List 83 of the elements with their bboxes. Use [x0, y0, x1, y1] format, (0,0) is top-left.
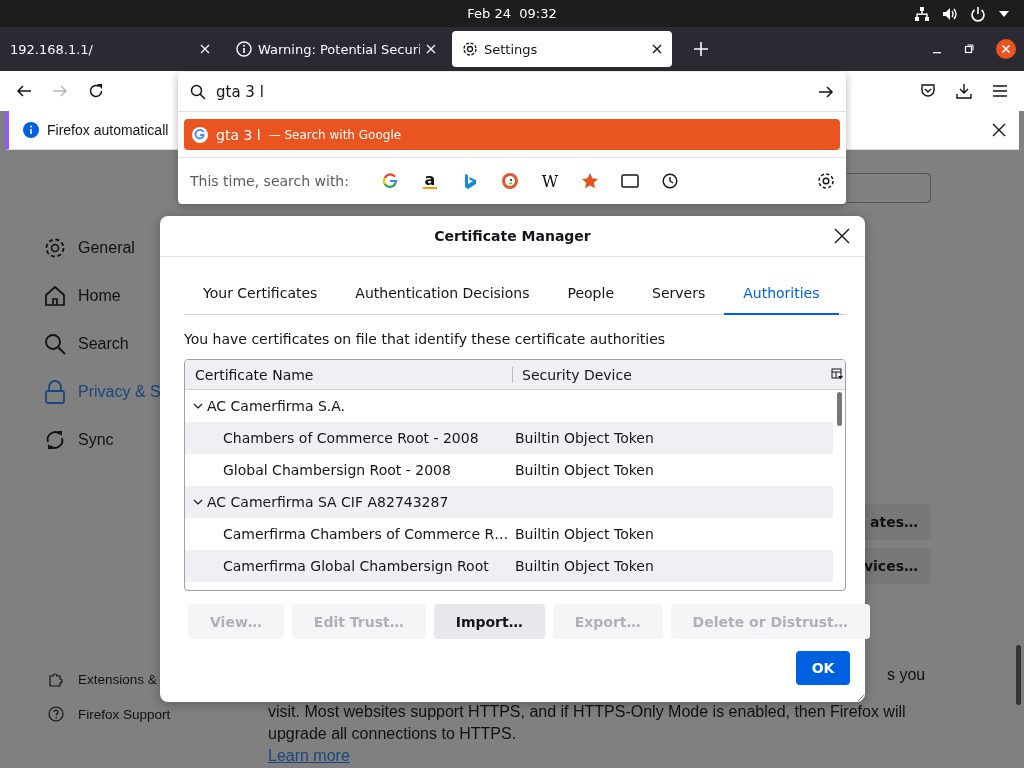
group-name: AC Camerfirma S.A.: [207, 398, 346, 414]
tab-icon[interactable]: [621, 174, 639, 188]
tree-row[interactable]: Camerfirma Global Chambersign Root Builtin Object Token: [185, 550, 833, 582]
amazon-button[interactable]: a: [423, 173, 437, 189]
google-icon[interactable]: [381, 173, 399, 189]
gear-icon: [44, 237, 66, 259]
scrollbar-thumb[interactable]: [1016, 645, 1021, 705]
browser-tab[interactable]: Settings: [452, 31, 672, 67]
dialog-title: Certificate Manager: [434, 228, 591, 244]
duck-icon[interactable]: [501, 173, 519, 189]
resize-grip-icon[interactable]: [857, 694, 865, 702]
search-suggestion[interactable]: gta 3 l — Search with Google: [184, 119, 840, 150]
tree-row[interactable]: Chambers of Commerce Root - 2008 Builtin Object Token: [185, 422, 833, 454]
back-icon[interactable]: [16, 83, 32, 99]
sidebar-link[interactable]: Firefox Support: [48, 706, 171, 722]
browser-tab[interactable]: 192.168.1.1/: [0, 31, 220, 67]
dialog-tab[interactable]: Servers: [633, 285, 725, 315]
search-icon: [44, 333, 66, 355]
one-off-label: This time, search with:: [190, 173, 350, 189]
body-text: visit. Most websites support HTTPS, and if HTTPS-Only Mode is enabled, then Firefox will: [268, 703, 906, 721]
group-name: AC Camerfirma SA CIF A82743287: [207, 494, 449, 510]
browser-tab[interactable]: Warning: Potential Securi: [226, 31, 446, 67]
close-icon[interactable]: [996, 39, 1016, 59]
column-picker-icon[interactable]: [831, 368, 843, 380]
security-device: Builtin Object Token: [515, 526, 654, 542]
reload-icon[interactable]: [88, 83, 104, 99]
dialog-tab[interactable]: Your Certificates: [184, 285, 337, 315]
tree-row[interactable]: AC Camerfirma SA CIF A82743287: [185, 486, 833, 518]
dialog-tab[interactable]: People: [548, 285, 633, 315]
tree-row[interactable]: AC Camerfirma S.A.: [185, 390, 833, 422]
dialog-button[interactable]: Import…: [433, 604, 545, 639]
body-text: upgrade all connections to HTTPS.: [268, 725, 517, 743]
sidebar-item[interactable]: General: [44, 224, 244, 272]
column-header[interactable]: Certificate Name: [185, 366, 513, 383]
sidebar-link[interactable]: Extensions &: [48, 671, 171, 687]
clock-icon[interactable]: [661, 173, 679, 189]
network-icon[interactable]: [914, 6, 930, 22]
certificate-name: Global Chambersign Root - 2008: [222, 462, 452, 478]
security-device: Builtin Object Token: [515, 558, 654, 574]
security-device: Builtin Object Token: [515, 462, 654, 478]
download-icon[interactable]: [956, 83, 972, 99]
column-header[interactable]: Security Device: [513, 366, 632, 383]
info-icon: [236, 41, 252, 57]
settings-icon[interactable]: [817, 172, 835, 190]
certificate-name: Camerfirma Chambers of Commerce R…: [222, 526, 510, 542]
chevron-icon[interactable]: [193, 497, 203, 507]
search-icon: [190, 83, 206, 100]
info-icon: [23, 122, 39, 138]
ok-button[interactable]: OK: [796, 651, 850, 685]
menu-icon[interactable]: [992, 83, 1008, 99]
pocket-icon[interactable]: [920, 83, 936, 99]
gear-icon: [462, 41, 478, 57]
sync-icon: [44, 429, 66, 451]
new-tab-icon[interactable]: [694, 42, 708, 56]
tree-row[interactable]: Camerfirma Chambers of Commerce R… Builtin Object Token: [185, 518, 833, 550]
clock: Feb 24 09:32: [467, 6, 557, 21]
star-icon[interactable]: [581, 172, 599, 190]
volume-icon[interactable]: [942, 6, 958, 22]
power-icon[interactable]: [970, 6, 986, 22]
google-icon: [192, 126, 208, 143]
home-icon: [44, 285, 66, 307]
caret-icon[interactable]: [998, 10, 1010, 18]
lock-icon: [44, 380, 66, 404]
body-text: s you: [887, 666, 926, 684]
puzzle-icon: [48, 671, 64, 687]
close-icon[interactable]: [834, 228, 850, 244]
close-icon[interactable]: [992, 123, 1006, 137]
help-icon: [48, 706, 64, 722]
chevron-icon[interactable]: [193, 401, 203, 411]
dialog-tab[interactable]: Authorities: [724, 285, 839, 315]
search-field[interactable]: [847, 173, 931, 203]
close-icon[interactable]: [652, 44, 662, 54]
go-arrow-icon[interactable]: [818, 83, 834, 100]
notification-text: Firefox automaticall: [47, 122, 169, 138]
scrollbar-thumb[interactable]: [837, 392, 842, 426]
certificate-name: Camerfirma Global Chambersign Root: [222, 558, 490, 574]
security-device: Builtin Object Token: [515, 430, 654, 446]
description-text: You have certificates on file that identify these certificate authorities: [184, 331, 667, 347]
certificate-name: Chambers of Commerce Root - 2008: [222, 430, 480, 446]
maximize-icon[interactable]: [964, 44, 974, 54]
tree-row[interactable]: Global Chambersign Root - 2008 Builtin Object Token: [185, 454, 833, 486]
dialog-tab[interactable]: Authentication Decisions: [336, 285, 549, 315]
wikipedia-button[interactable]: W: [541, 171, 559, 191]
